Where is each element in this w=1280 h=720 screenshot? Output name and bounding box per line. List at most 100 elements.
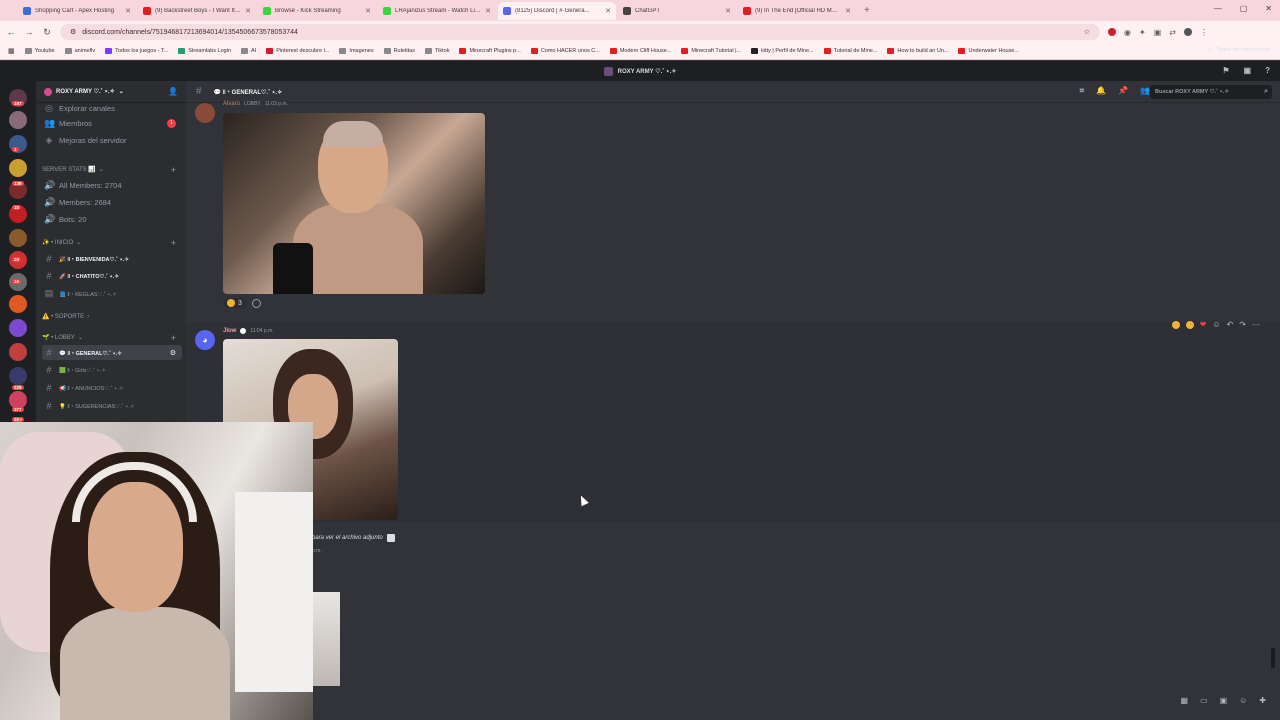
server-icon[interactable] [9, 295, 27, 313]
close-window-button[interactable]: ✕ [1265, 4, 1272, 13]
browser-tab[interactable]: Shopping Cart - Apex Hosting ✕ [18, 2, 136, 20]
apps-grid-icon[interactable]: ▦ [8, 47, 15, 55]
server-icon[interactable] [9, 111, 27, 129]
site-info-icon[interactable]: ⚙ [70, 28, 76, 36]
browser-tab[interactable]: (9) In The End [Official HD Music Video]… [738, 2, 856, 20]
opera-icon[interactable] [1108, 28, 1116, 36]
forward-icon[interactable]: ↷ [1239, 320, 1246, 329]
author-name[interactable]: Alvaro [223, 101, 240, 107]
settings-gear-icon[interactable]: ⚙ [170, 349, 176, 357]
gift-icon[interactable]: ▦ [1180, 696, 1188, 705]
members-item[interactable]: 👥 Miembros 1 [42, 116, 182, 131]
gif-icon[interactable]: ▭ [1200, 696, 1208, 705]
bookmark-item[interactable]: kitty | Perfil de Mine... [751, 48, 814, 54]
bookmark-item[interactable]: Minecraft Tutorial |... [681, 48, 741, 54]
screen-icon[interactable]: ▣ [1244, 66, 1252, 75]
server-icon[interactable] [9, 229, 27, 247]
bookmark-item[interactable]: Youtube [24, 48, 55, 54]
bookmark-item[interactable]: Minecraft Plugins p... [459, 48, 521, 54]
message-image[interactable] [223, 113, 485, 294]
scrollbar[interactable] [1271, 648, 1275, 668]
close-tab-icon[interactable]: ✕ [365, 7, 371, 15]
all-bookmarks[interactable]: ▭ Todos los marcadores [1207, 47, 1270, 53]
maximize-button[interactable]: ▢ [1240, 4, 1248, 13]
ext-sound-icon[interactable]: ◉ [1124, 28, 1131, 37]
reaction-emoji-icon[interactable] [1171, 320, 1180, 329]
server-icon[interactable] [9, 367, 27, 385]
add-reaction-icon[interactable]: ☺ [1212, 320, 1220, 329]
search-input[interactable]: Buscar ROXY ARMY ♡.˚ ⋆.✧ ⌕ [1150, 85, 1272, 99]
bookmark-item[interactable]: Pinterest descubre i... [266, 48, 329, 54]
close-tab-icon[interactable]: ✕ [605, 7, 611, 15]
voice-bots[interactable]: 🔊 Bots: 20 [42, 212, 182, 227]
sticker-icon[interactable]: ▣ [1220, 696, 1228, 705]
reload-icon[interactable]: ↻ [42, 27, 52, 38]
bookmark-item[interactable]: Tutorial de Mine... [823, 48, 877, 54]
forward-icon[interactable]: → [24, 27, 34, 37]
close-tab-icon[interactable]: ✕ [245, 7, 251, 15]
close-tab-icon[interactable]: ✕ [725, 7, 731, 15]
profile-avatar-icon[interactable] [1183, 28, 1192, 36]
bookmark-item[interactable]: Como HACER unos C... [530, 48, 600, 54]
reaction-chip[interactable]: 3 [223, 298, 246, 308]
server-icon[interactable] [9, 319, 27, 337]
url-field[interactable]: ⚙ discord.com/channels/75194681721369401… [60, 24, 1100, 40]
channel-anuncios[interactable]: # 📢 ‖・ANUNCIOS♡.˚ ⋆.✧ [42, 380, 182, 395]
category-soporte[interactable]: ⚠️ • SOPORTE › [42, 313, 182, 321]
reaction-thumb-icon[interactable] [1185, 320, 1194, 329]
bookmark-item[interactable]: Streamlabs Login [178, 48, 231, 54]
server-icon[interactable] [9, 159, 27, 177]
channel-girls[interactable]: # 🟩 ‖・Girls♡.˚ ⋆.✧ [42, 362, 182, 377]
add-channel-icon[interactable]: + [171, 238, 176, 248]
bookmark-item[interactable]: Underwater House... [958, 48, 1019, 54]
bookmark-item[interactable]: How to build an Un... [887, 48, 948, 54]
category-server-stats[interactable]: SERVER STATS 📊 ⌄ + [42, 165, 182, 175]
heart-icon[interactable]: ❤ [1200, 320, 1207, 329]
channel-reglas[interactable]: ▤ 📘 ‖・REGLAS♡.˚ ⋆.✧ [42, 286, 182, 301]
explore-channels[interactable]: ◎ Explorar canales [42, 101, 182, 116]
close-tab-icon[interactable]: ✕ [485, 7, 491, 15]
bookmark-item[interactable]: Ruletitas [383, 48, 415, 54]
ext-sidebar-icon[interactable]: ▣ [1154, 28, 1162, 37]
invite-icon[interactable]: 👤 [168, 87, 178, 96]
bookmark-item[interactable]: Modern Cliff House... [609, 48, 671, 54]
message-image-partial[interactable] [312, 592, 340, 686]
bookmark-item[interactable]: animeflv [64, 48, 95, 54]
bookmark-star-icon[interactable]: ☆ [1084, 28, 1090, 36]
author-name[interactable]: Jlow [223, 328, 236, 334]
bookmark-item[interactable]: Tiktok [424, 48, 449, 54]
close-tab-icon[interactable]: ✕ [845, 7, 851, 15]
browser-tab[interactable]: LRAjanizus Stream - Watch Live ✕ [378, 2, 496, 20]
back-icon[interactable]: ← [6, 27, 16, 37]
menu-kebab-icon[interactable]: ⋮ [1200, 28, 1208, 37]
server-boosts[interactable]: ◈ Mejoras del servidor [42, 133, 182, 148]
channel-general[interactable]: # 💬 ‖・GENERAL♡.˚ ⋆.✧ ⚙ [42, 345, 182, 360]
add-reaction-icon[interactable] [251, 298, 261, 308]
attachment-notice[interactable]: para ver el archivo adjunto [312, 534, 395, 542]
server-icon[interactable] [9, 343, 27, 361]
bookmark-item[interactable]: Todos los juegos - T... [105, 48, 168, 54]
inbox-icon[interactable]: ⚑ [1222, 66, 1229, 75]
ext-cast-icon[interactable]: ⇄ [1169, 28, 1176, 37]
emoji-icon[interactable]: ☺ [1239, 696, 1247, 705]
add-channel-icon[interactable]: + [171, 165, 176, 175]
bookmark-item[interactable]: Imagenes [339, 48, 374, 54]
add-channel-icon[interactable]: + [171, 333, 176, 343]
ext-puzzle-icon[interactable]: ✦ [1139, 28, 1146, 37]
apps-icon[interactable]: ✚ [1259, 696, 1266, 705]
voice-members[interactable]: 🔊 Members: 2684 [42, 195, 182, 210]
category-inicio[interactable]: ✨ • INICIO ⌄ + [42, 238, 182, 248]
channel-bienvenida[interactable]: # 🎉 ‖・BIENVENIDA♡.˚ ⋆.✧ [42, 251, 182, 266]
reply-icon[interactable]: ↶ [1227, 320, 1234, 329]
voice-all-members[interactable]: 🔊 All Members: 2704 [42, 178, 182, 193]
avatar[interactable]: ◕ [195, 330, 215, 350]
browser-tab[interactable]: (9) Backstreet Boys - I Want It That Way… [138, 2, 256, 20]
more-icon[interactable]: ⋯ [1252, 320, 1260, 329]
close-tab-icon[interactable]: ✕ [125, 7, 131, 15]
minimize-button[interactable]: — [1214, 4, 1222, 13]
browser-tab[interactable]: Browse - Kick Streaming ✕ [258, 2, 376, 20]
browser-tab[interactable]: (8125) Discord | #·Genera... ✕ [498, 1, 616, 20]
browser-tab[interactable]: ChatGPT ✕ [618, 2, 736, 20]
bell-icon[interactable]: 🔔 [1096, 86, 1106, 96]
member-list-icon[interactable]: 👥 [1140, 86, 1150, 96]
